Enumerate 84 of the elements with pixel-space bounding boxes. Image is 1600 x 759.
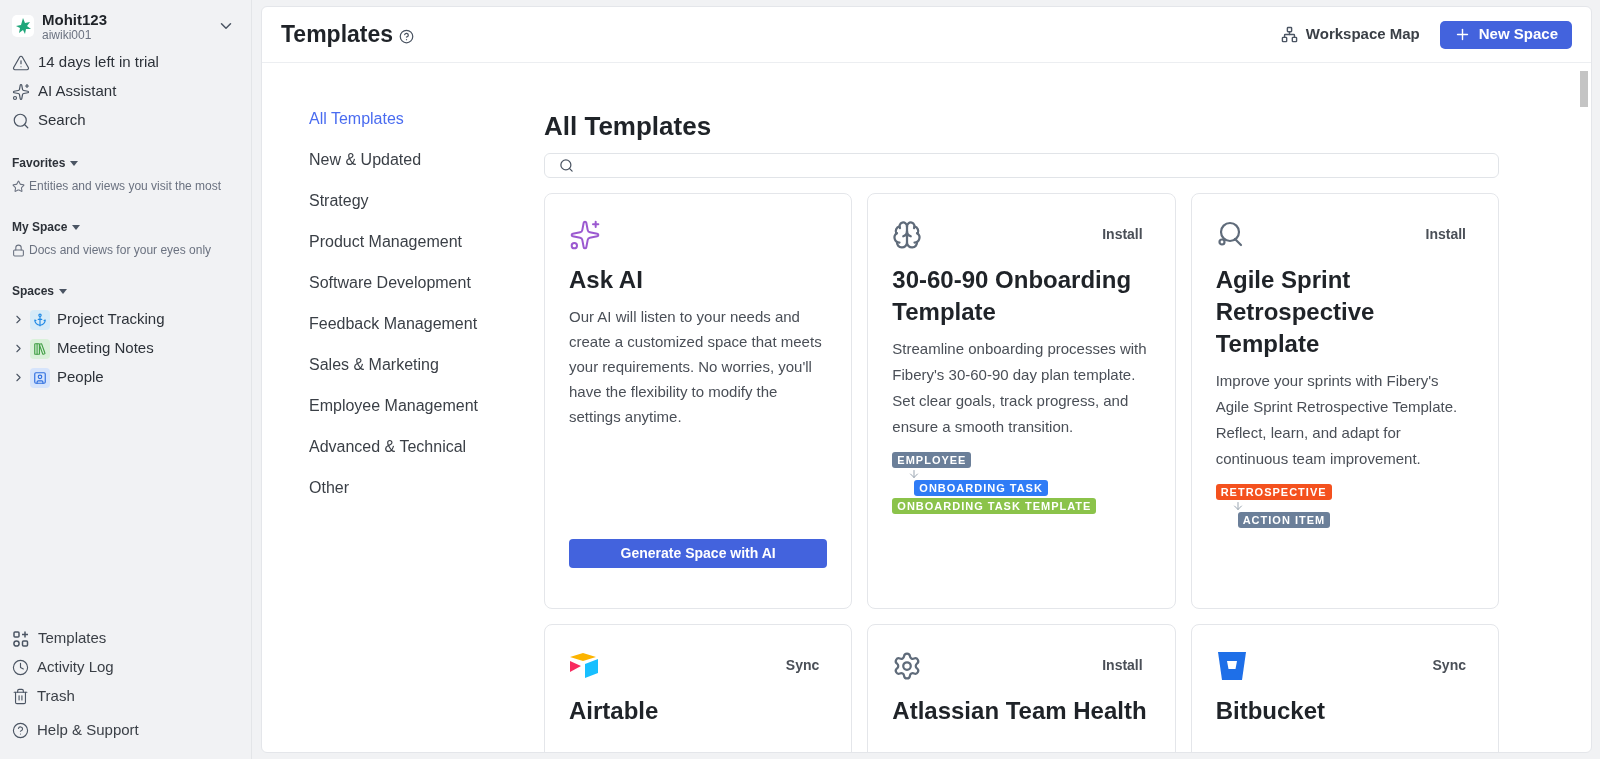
generate-button[interactable]: Generate Space with AI	[569, 538, 828, 568]
card-action-link[interactable]: Install	[1102, 655, 1143, 676]
section-hint: Entities and views you visit the most	[29, 178, 222, 195]
help-icon[interactable]	[399, 28, 415, 44]
category-link[interactable]: Employee Management	[309, 394, 544, 435]
category-link[interactable]: Sales & Marketing	[309, 353, 544, 394]
airtable-logo-icon	[569, 651, 601, 680]
entity-tag: EMPLOYEE	[892, 451, 972, 468]
sidebar-item[interactable]: Trash	[12, 682, 239, 711]
template-card[interactable]	[867, 192, 1176, 609]
card-description: Streamline onboarding processes with Fibery's 30-60-90 day plan template. Set clear goals, track progress, and ensure a smooth transition.	[892, 338, 1148, 437]
sidebar-item[interactable]: AI Assistant	[12, 77, 239, 106]
card-title: Bitbucket	[1215, 695, 1326, 726]
sparkle-icon	[569, 218, 601, 251]
shapes-icon	[12, 629, 30, 648]
template-card[interactable]: Sync Airtable	[544, 623, 853, 752]
card-title: Agile Sprint Retrospective Template	[1215, 264, 1376, 359]
category-link[interactable]: Software Development	[309, 271, 544, 312]
category-link[interactable]: Product Management	[309, 230, 544, 271]
entity-tag: ACTION ITEM	[1237, 511, 1331, 528]
bitbucket-logo-icon	[1215, 649, 1248, 682]
category-link[interactable]: All Templates	[309, 107, 544, 148]
card-action-link[interactable]: Sync	[785, 655, 820, 676]
section-heading[interactable]: Spaces	[12, 282, 55, 300]
sidebar-item[interactable]: Templates	[12, 624, 239, 653]
help-icon	[12, 722, 29, 739]
workspace-map-button[interactable]: Workspace Map	[1280, 23, 1420, 46]
template-card[interactable]: Install Atlassian Team Health	[867, 623, 1176, 752]
workspace-name[interactable]: Mohit123	[42, 11, 209, 27]
section-heading[interactable]: Favorites	[12, 154, 66, 172]
scrollbar-thumb[interactable]	[1580, 71, 1588, 107]
card-description: Improve your sprints with Fibery's Agile Sprint Retrospective Template. Reflect, learn, and adapt for continuous team improvement.	[1215, 370, 1459, 469]
section-heading: All Templates	[544, 110, 713, 141]
template-card[interactable]: Install Agile Sprint Retrospective Template Improve your sprints with Fibery's Agile Sprint Retrospective Template. Reflect, learn, and adapt for continuous team improvement. RETROSPECTIVE ACTION ITEM	[1190, 192, 1499, 609]
card-description: Our AI will listen to your needs and create a customized space that meets your requirements. No worries, you'll have the flexibility to modify the settings anytime.	[569, 306, 823, 427]
space-item[interactable]: People	[12, 363, 239, 392]
warning-icon	[12, 53, 30, 72]
arrow-down-icon	[908, 467, 921, 480]
sparkle-icon	[12, 82, 30, 101]
new-space-button[interactable]: New Space	[1439, 20, 1572, 49]
category-link[interactable]: Advanced & Technical	[309, 435, 544, 476]
sidebar-item[interactable]: 14 days left in trial	[12, 48, 239, 77]
template-card[interactable]: Sync Bitbucket	[1190, 623, 1499, 752]
category-link[interactable]: New & Updated	[309, 148, 544, 189]
search-icon	[559, 157, 574, 173]
arrow-down-icon	[1231, 499, 1244, 512]
trash-icon	[12, 688, 29, 705]
brain-icon	[892, 219, 923, 250]
section-hint: Docs and views for your eyes only	[29, 242, 212, 259]
sidebar-item[interactable]: Search	[12, 106, 239, 135]
card-title: 30-60-90 Onboarding Template	[892, 264, 1133, 327]
anchor-icon	[30, 309, 50, 330]
card-title: Airtable	[569, 695, 660, 726]
card-title: Ask AI	[569, 264, 644, 295]
workspace-id: aiwiki001	[42, 28, 93, 41]
network-icon	[1280, 26, 1298, 43]
books-icon	[30, 338, 50, 359]
caret-icon	[72, 224, 81, 230]
clock-icon	[12, 659, 29, 676]
category-link[interactable]: Other	[309, 476, 544, 517]
sidebar-item[interactable]: Help & Support	[12, 716, 239, 745]
star-icon	[12, 179, 25, 193]
entity-tag: RETROSPECTIVE	[1215, 483, 1332, 500]
card-title: Atlassian Team Health	[892, 695, 1148, 726]
page-title: Templates	[281, 20, 394, 50]
space-item[interactable]: Project Tracking	[12, 305, 239, 334]
card-action-link[interactable]: Install	[1425, 224, 1466, 245]
search-icon	[12, 111, 30, 130]
sidebar-item[interactable]: Activity Log	[12, 653, 239, 682]
entity-tag: ONBOARDING TASK TEMPLATE	[892, 497, 1097, 514]
template-card[interactable]: Ask AI Our AI will listen to your needs and create a customized space that meets your requirements. No worries, you'll have the flexibility to modify the settings anytime. Generate Space with AI	[544, 192, 853, 609]
space-item[interactable]: Meeting Notes	[12, 334, 239, 363]
card-action-link[interactable]: Sync	[1432, 655, 1466, 676]
entity-tag: ONBOARDING TASK	[914, 479, 1048, 496]
caret-icon	[70, 160, 79, 166]
category-link[interactable]: Strategy	[309, 189, 544, 230]
category-link[interactable]: Feedback Management	[309, 312, 544, 353]
card-action-link[interactable]: Install	[1102, 224, 1143, 245]
lock-icon	[12, 243, 25, 257]
caret-icon	[59, 288, 68, 294]
contact-card-icon	[30, 367, 50, 388]
search-field[interactable]	[544, 153, 1499, 178]
workspace-logo-icon[interactable]	[12, 15, 34, 37]
section-heading[interactable]: My Space	[12, 218, 68, 236]
